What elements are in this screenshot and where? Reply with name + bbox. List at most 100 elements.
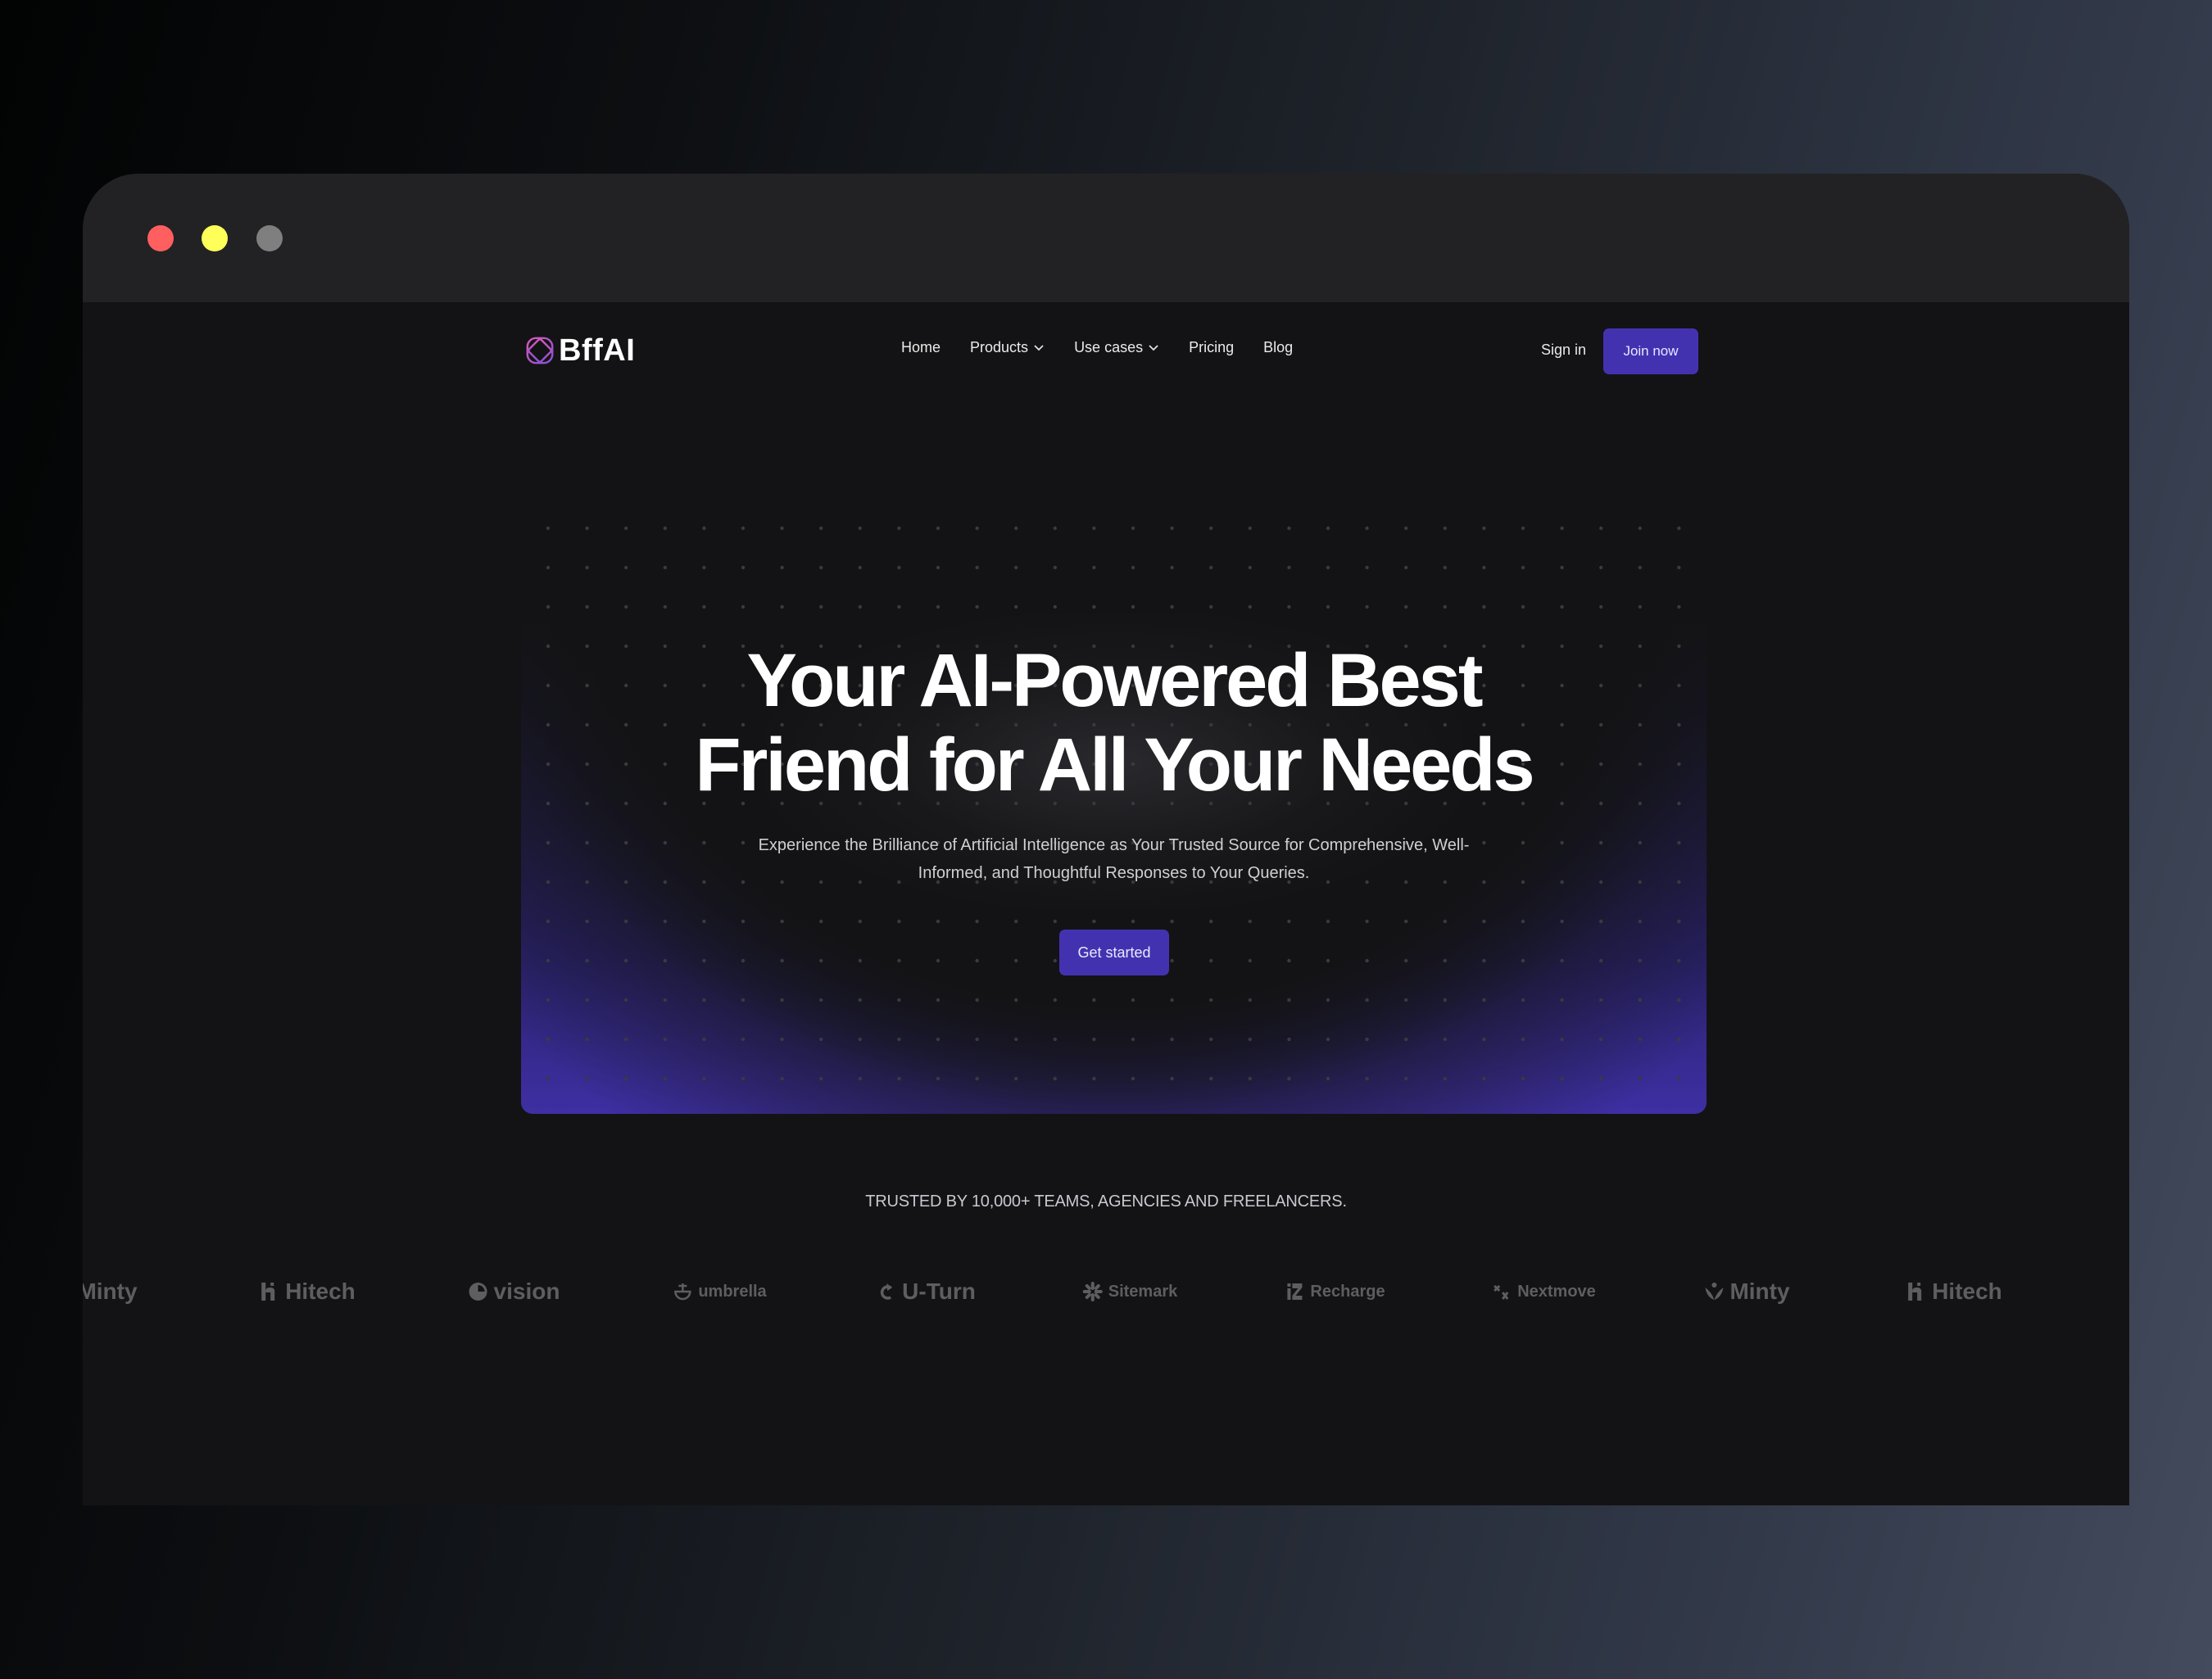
grid-dot: [1599, 526, 1603, 531]
grid-dot: [1404, 998, 1408, 1002]
grid-dot: [1521, 526, 1525, 531]
grid-dot: [702, 526, 706, 531]
nav-blog[interactable]: Blog: [1263, 339, 1293, 356]
grid-dot: [624, 919, 628, 924]
grid-dot: [897, 958, 901, 963]
hitech-logo-icon: [1908, 1283, 1922, 1301]
grid-dot: [663, 526, 667, 531]
grid-dot: [663, 1076, 667, 1081]
grid-dot: [1365, 1076, 1369, 1081]
nav-use-cases-label: Use cases: [1074, 339, 1144, 355]
grid-dot: [1404, 919, 1408, 924]
join-now-button[interactable]: Join now: [1603, 328, 1698, 374]
grid-dot: [1560, 565, 1564, 570]
grid-dot: [585, 840, 589, 845]
grid-dot: [1521, 1076, 1525, 1081]
grid-dot: [702, 840, 706, 845]
grid-dot: [780, 1076, 784, 1081]
hero-title-line-1: Your AI-Powered Best: [746, 639, 1484, 722]
nav-use-cases[interactable]: Use cases: [1074, 339, 1159, 356]
grid-dot: [975, 919, 979, 924]
grid-dot: [819, 958, 823, 963]
grid-dot: [663, 998, 667, 1002]
grid-dot: [546, 958, 551, 963]
grid-dot: [1209, 958, 1213, 963]
sign-in-link[interactable]: Sign in: [1541, 342, 1586, 359]
brand-nextmove-label: Nextmove: [1517, 1282, 1596, 1301]
brand-minty-label: Minty: [1729, 1278, 1790, 1304]
grid-dot: [702, 958, 706, 963]
grid-dot: [1521, 998, 1525, 1002]
grid-dot: [1326, 1037, 1330, 1042]
grid-dot: [1521, 565, 1525, 570]
get-started-button[interactable]: Get started: [1059, 930, 1169, 975]
grid-dot: [1092, 998, 1096, 1002]
grid-dot: [1092, 565, 1096, 570]
brand-recharge: Recharge: [1284, 1267, 1385, 1316]
grid-dot: [1599, 958, 1603, 963]
grid-dot: [1053, 1037, 1057, 1042]
grid-dot: [1560, 604, 1564, 609]
nextmove-logo-icon: [1494, 1284, 1509, 1300]
minimize-window-button[interactable]: [202, 225, 228, 251]
grid-dot: [1365, 565, 1369, 570]
grid-dot: [1131, 604, 1135, 609]
grid-dot: [1677, 840, 1681, 845]
brand-sitemark: Sitemark: [1082, 1267, 1177, 1316]
grid-dot: [1209, 565, 1213, 570]
grid-dot: [936, 565, 941, 570]
grid-dot: [1131, 1037, 1135, 1042]
grid-dot: [1482, 526, 1486, 531]
grid-dot: [1404, 526, 1408, 531]
grid-dot: [546, 840, 551, 845]
grid-dot: [1365, 998, 1369, 1002]
grid-dot: [1326, 526, 1330, 531]
grid-dot: [1092, 604, 1096, 609]
grid-dot: [546, 526, 551, 531]
grid-dot: [1287, 1076, 1291, 1081]
grid-dot: [1482, 919, 1486, 924]
close-window-button[interactable]: [147, 225, 174, 251]
grid-dot: [1638, 919, 1643, 924]
nav-products[interactable]: Products: [970, 339, 1045, 356]
grid-dot: [1365, 526, 1369, 531]
grid-dot: [780, 919, 784, 924]
umbrella-logo-icon: [674, 1283, 691, 1301]
grid-dot: [975, 604, 979, 609]
grid-dot: [1677, 998, 1681, 1002]
nav-pricing-label: Pricing: [1189, 339, 1235, 355]
grid-dot: [897, 1037, 901, 1042]
brand-minty: Minty: [83, 1267, 138, 1316]
grid-dot: [1521, 840, 1525, 845]
grid-dot: [741, 1037, 746, 1042]
sitemark-logo-icon: [1082, 1282, 1103, 1301]
grid-dot: [702, 1037, 706, 1042]
grid-dot: [819, 565, 823, 570]
maximize-window-button[interactable]: [256, 225, 283, 251]
grid-dot: [585, 919, 589, 924]
grid-dot: [936, 1037, 941, 1042]
grid-dot: [780, 604, 784, 609]
grid-dot: [975, 565, 979, 570]
hero-card: Your AI-Powered Best Friend for All Your…: [521, 491, 1707, 1114]
recharge-logo-icon: [1287, 1283, 1303, 1300]
grid-dot: [1404, 1076, 1408, 1081]
grid-dot: [1638, 1037, 1643, 1042]
grid-dot: [1560, 1037, 1564, 1042]
nav-pricing[interactable]: Pricing: [1189, 339, 1234, 356]
grid-dot: [1092, 1037, 1096, 1042]
grid-dot: [624, 840, 628, 845]
grid-dot: [663, 565, 667, 570]
grid-dot: [1443, 919, 1448, 924]
grid-dot: [1599, 1037, 1603, 1042]
brand-u-turn: U-Turn: [876, 1267, 976, 1316]
grid-dot: [1014, 998, 1018, 1002]
grid-dot: [546, 998, 551, 1002]
grid-dot: [741, 998, 746, 1002]
grid-dot: [1209, 919, 1213, 924]
brand-logo[interactable]: BffAI: [524, 332, 635, 369]
grid-dot: [1599, 998, 1603, 1002]
nav-home[interactable]: Home: [901, 339, 941, 356]
grid-dot: [1248, 919, 1252, 924]
grid-dot: [1170, 526, 1174, 531]
